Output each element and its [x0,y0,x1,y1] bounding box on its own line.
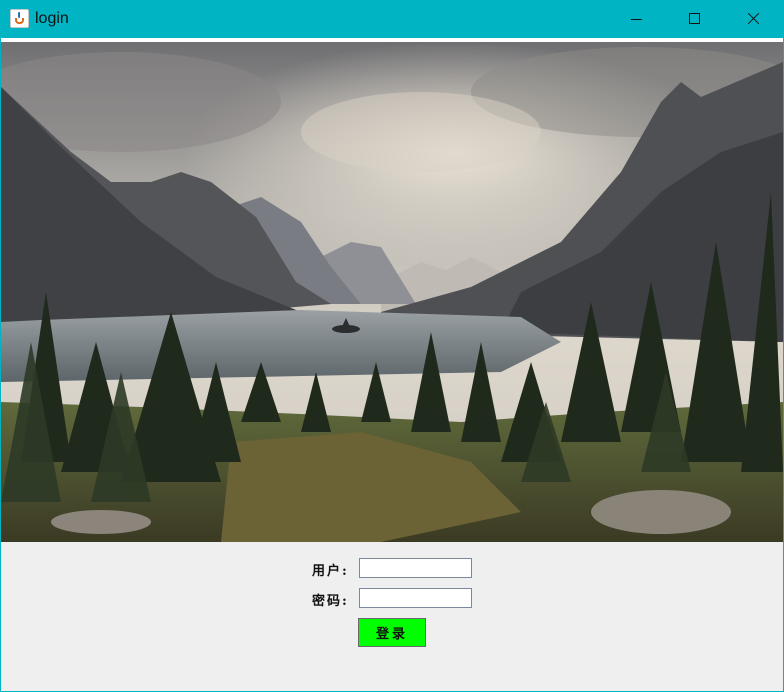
user-label: 用户: [312,564,349,579]
maximize-icon [689,13,700,24]
maximize-button[interactable] [666,0,724,38]
close-button[interactable] [724,0,782,38]
minimize-button[interactable] [607,0,665,38]
java-cup-icon [10,9,29,28]
password-input[interactable] [359,588,472,608]
login-window: login 用户: 密码: 登录 [0,0,784,692]
minimize-icon [631,19,642,20]
user-input[interactable] [359,558,472,578]
window-title: login [35,10,69,27]
landscape-image [1,42,783,542]
password-label: 密码: [312,594,349,609]
login-button[interactable]: 登录 [358,618,426,647]
title-bar[interactable]: login [0,0,784,38]
content-panel: 用户: 密码: 登录 [1,38,783,691]
